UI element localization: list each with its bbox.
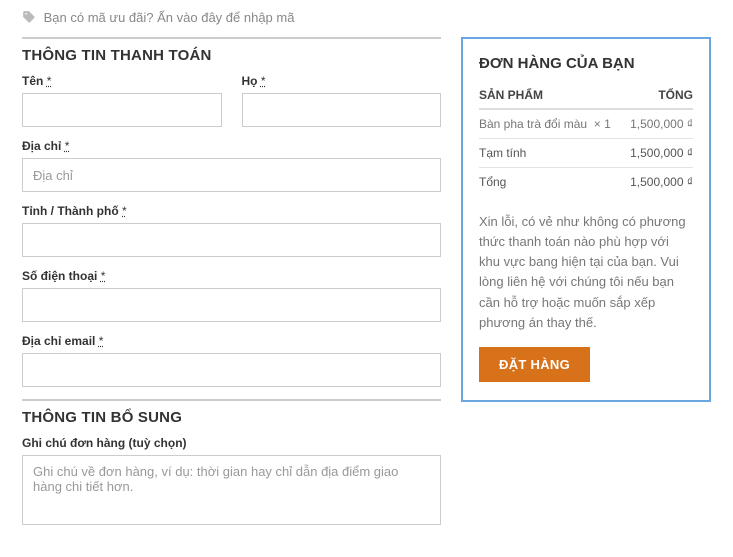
coupon-bar: Bạn có mã ưu đãi? Ấn vào đây để nhập mã: [22, 8, 711, 37]
address-label: Địa chỉ *: [22, 139, 441, 153]
table-row: Tổng 1,500,000 ₫: [479, 168, 693, 197]
payment-notice: Xin lỗi, có vẻ như không có phương thức …: [479, 212, 693, 333]
billing-title: THÔNG TIN THANH TOÁN: [22, 37, 441, 64]
order-summary-box: ĐƠN HÀNG CỦA BẠN SẢN PHẨM TỔNG Bàn pha t…: [461, 37, 711, 402]
coupon-prompt: Bạn có mã ưu đãi?: [44, 10, 154, 25]
item-qty: × 1: [594, 117, 611, 131]
subtotal-label: Tạm tính: [479, 139, 624, 168]
item-name: Bàn pha trà đổi màu: [479, 117, 587, 131]
city-label: Tỉnh / Thành phố *: [22, 204, 441, 218]
phone-input[interactable]: [22, 288, 441, 322]
table-row: Tạm tính 1,500,000 ₫: [479, 139, 693, 168]
last-name-label: Họ *: [242, 74, 442, 88]
order-notes-label: Ghi chú đơn hàng (tuỳ chọn): [22, 436, 441, 450]
total-label: Tổng: [479, 168, 624, 197]
order-notes-textarea[interactable]: [22, 455, 441, 525]
coupon-toggle-link[interactable]: Ấn vào đây để nhập mã: [157, 10, 294, 25]
total-value: 1,500,000 ₫: [624, 168, 693, 197]
tag-icon: [22, 10, 36, 27]
first-name-label: Tên *: [22, 74, 222, 88]
phone-label: Số điện thoại *: [22, 269, 441, 283]
col-total: TỔNG: [624, 82, 693, 109]
address-input[interactable]: [22, 158, 441, 192]
city-input[interactable]: [22, 223, 441, 257]
place-order-button[interactable]: ĐẶT HÀNG: [479, 347, 590, 382]
email-input[interactable]: [22, 353, 441, 387]
table-row: Bàn pha trà đổi màu × 1 1,500,000 ₫: [479, 109, 693, 139]
item-price: 1,500,000 ₫: [624, 109, 693, 139]
subtotal-value: 1,500,000 ₫: [624, 139, 693, 168]
first-name-input[interactable]: [22, 93, 222, 127]
email-label: Địa chỉ email *: [22, 334, 441, 348]
last-name-input[interactable]: [242, 93, 442, 127]
order-title: ĐƠN HÀNG CỦA BẠN: [479, 55, 693, 72]
additional-title: THÔNG TIN BỔ SUNG: [22, 399, 441, 426]
order-table: SẢN PHẨM TỔNG Bàn pha trà đổi màu × 1 1,…: [479, 82, 693, 196]
col-product: SẢN PHẨM: [479, 82, 624, 109]
